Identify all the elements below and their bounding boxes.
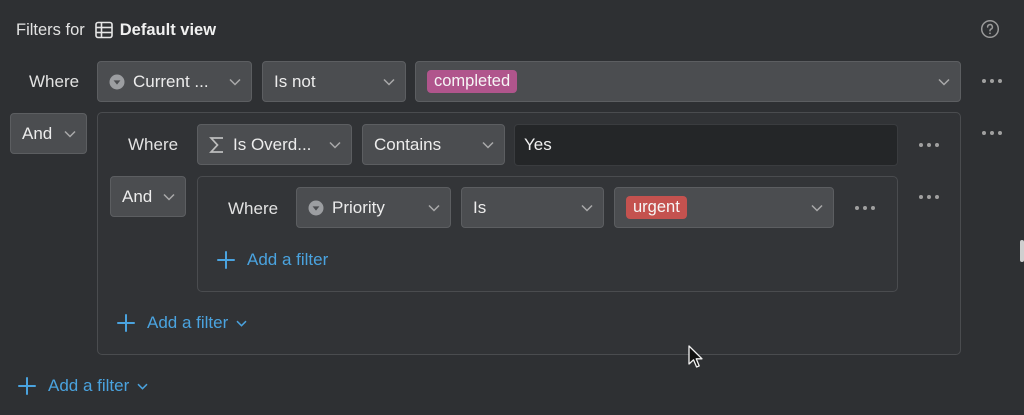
root-conjunction-label: And [22,123,53,143]
mouse-cursor-icon [688,345,703,368]
chevron-down-icon [428,204,440,212]
scrollbar-thumb[interactable] [1020,240,1024,262]
root-field-label: Current ... [133,71,209,91]
more-icon[interactable] [980,130,1004,136]
group1-add-filter-button[interactable]: Add a filter [117,312,247,334]
chevron-down-icon [383,78,395,86]
chevron-down-icon [938,78,950,86]
chevron-down-icon [163,193,175,201]
tag-completed: completed [427,70,518,93]
group1-add-filter-label: Add a filter [147,313,229,332]
plus-icon [117,314,135,332]
sigma-icon [209,136,225,154]
group2-add-filter-button[interactable]: Add a filter [217,249,328,271]
more-icon[interactable] [917,142,941,148]
root-operator-select[interactable]: Is not [262,61,406,102]
root-where-label: Where [29,72,80,91]
root-add-filter-label: Add a filter [48,376,130,395]
chevron-down-icon [581,204,593,212]
plus-icon [18,377,36,395]
chevron-down-icon [811,204,823,212]
group1-value-input[interactable]: Yes [514,124,898,166]
chevron-down-icon [236,320,247,327]
group1-field-label: Is Overd... [233,134,312,154]
group2-where-label: Where [228,199,279,218]
root-operator-label: Is not [274,71,316,91]
chevron-down-icon [329,141,341,149]
group2-operator-label: Is [473,197,487,217]
filters-header: Filters for Default view [16,18,216,42]
root-field-select[interactable]: Current ... [97,61,252,102]
select-icon [308,200,324,216]
chevron-down-icon [482,141,494,149]
group2-field-select[interactable]: Priority [296,187,451,228]
group2-value-select[interactable]: urgent [614,187,834,228]
tag-urgent: urgent [626,196,687,219]
group2-add-filter-label: Add a filter [247,250,329,269]
group1-value-text: Yes [524,135,552,154]
group1-operator-label: Contains [374,134,442,154]
root-conjunction-select[interactable]: And [10,113,87,154]
group1-operator-select[interactable]: Contains [362,124,505,165]
group2-field-label: Priority [332,197,385,217]
root-value-select[interactable]: completed [415,61,961,102]
group1-conjunction-label: And [122,186,153,206]
header-prefix: Filters for [16,20,85,39]
group1-conjunction-select[interactable]: And [110,176,186,217]
root-add-filter-button[interactable]: Add a filter [18,375,148,397]
more-icon[interactable] [980,78,1004,84]
chevron-down-icon [229,78,241,86]
view-name[interactable]: Default view [120,21,216,40]
chevron-down-icon [64,130,76,138]
plus-icon [217,251,235,269]
more-icon[interactable] [853,205,877,211]
table-icon [94,21,113,39]
chevron-down-icon [137,383,148,390]
help-circle-icon[interactable] [980,19,1000,39]
group2-operator-select[interactable]: Is [461,187,604,228]
group1-where-label: Where [128,135,179,154]
group1-field-select[interactable]: Is Overd... [197,124,352,165]
more-icon[interactable] [917,194,941,200]
status-icon [109,74,125,90]
